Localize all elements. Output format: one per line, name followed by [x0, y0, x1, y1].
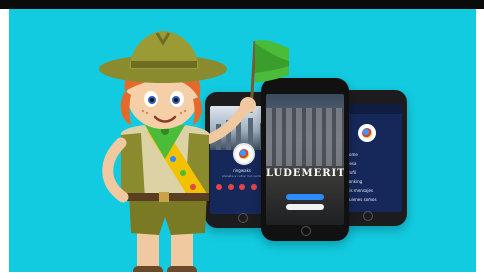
- top-bar: [0, 0, 484, 9]
- promo-scene: ringwaks planeta a cultur mio verde Home…: [9, 9, 476, 272]
- menu-item-ranking[interactable]: Ranking: [346, 177, 377, 186]
- menu-item-quienes[interactable]: Quienes somos: [346, 195, 377, 204]
- menu-item-profil[interactable]: Profil: [346, 168, 377, 177]
- menu-item-home[interactable]: Home: [346, 150, 377, 159]
- home-button-icon: [301, 226, 311, 236]
- menu-list: Home Mesa Profil Ranking Mis mensajes Qu…: [346, 150, 377, 204]
- home-button-icon: [363, 211, 373, 221]
- splash-primary-button[interactable]: [286, 194, 324, 200]
- splash-secondary-button[interactable]: [286, 204, 324, 210]
- menu-avatar: [358, 124, 376, 142]
- menu-item-mesa[interactable]: Mesa: [346, 159, 377, 168]
- frame: ringwaks planeta a cultur mio verde Home…: [0, 0, 484, 279]
- scout-girl-with-green-flag-icon: [99, 31, 289, 272]
- menu-item-mensajes[interactable]: Mis mensajes: [346, 186, 377, 195]
